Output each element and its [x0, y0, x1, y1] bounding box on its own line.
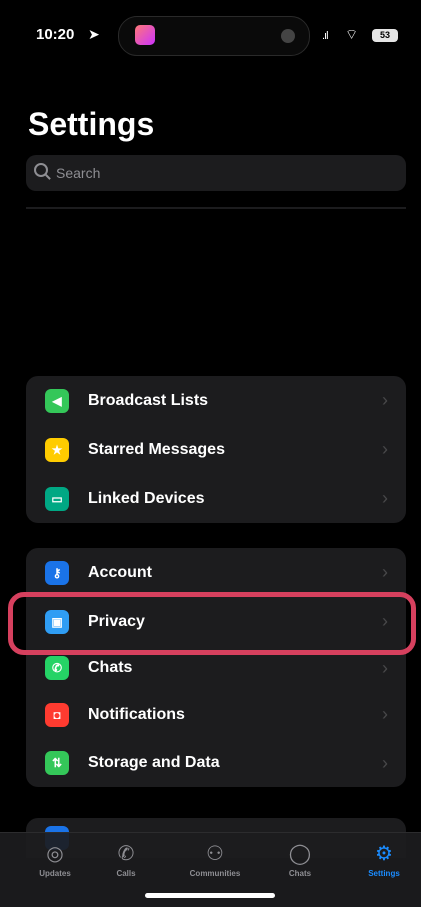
gear-icon: ⚙ — [375, 843, 393, 865]
page-title: Settings — [28, 106, 155, 142]
status-bar: 10:20 ➤ .ıl ⌔ 53 — [0, 0, 421, 80]
chevron-right-icon: › — [382, 752, 388, 773]
status-time: 10:20 — [36, 26, 75, 43]
tab-label: Updates — [39, 869, 71, 878]
row-label: Account — [88, 563, 152, 581]
settings-group-main: ⚷ Account › ▣ Privacy › ✆ Chats › ◘ Noti… — [26, 548, 406, 787]
app-thumbnail-icon — [135, 25, 155, 45]
search-placeholder: Search — [56, 165, 101, 181]
tab-label: Chats — [288, 869, 312, 878]
search-input[interactable]: Search — [26, 155, 406, 191]
tab-updates[interactable]: ◎ Updates — [20, 841, 90, 878]
dynamic-island[interactable] — [118, 16, 310, 56]
row-starred-messages[interactable]: ★ Starred Messages › — [26, 425, 406, 474]
phone-icon: ✆ — [117, 843, 135, 865]
row-label: Starred Messages — [88, 440, 225, 458]
battery-icon: 53 — [372, 29, 398, 42]
camera-dot-icon — [281, 29, 295, 43]
bell-icon: ◘ — [45, 702, 69, 727]
chevron-right-icon: › — [382, 562, 388, 582]
tab-communities[interactable]: ⚇ Communities — [180, 841, 250, 878]
tab-chats[interactable]: ◯ Chats — [265, 841, 335, 878]
divider — [26, 207, 406, 209]
wifi-icon: ⌔ — [345, 26, 359, 42]
arrows-icon: ⇅ — [45, 751, 69, 775]
chevron-right-icon: › — [382, 704, 388, 724]
megaphone-icon: ◀ — [45, 388, 69, 413]
row-label: Linked Devices — [88, 489, 205, 507]
laptop-icon: ▭ — [45, 486, 69, 511]
key-icon: ⚷ — [45, 560, 69, 585]
home-indicator[interactable] — [145, 893, 275, 898]
whatsapp-icon: ✆ — [45, 656, 69, 680]
tab-calls[interactable]: ✆ Calls — [91, 841, 161, 878]
row-label: Chats — [88, 659, 133, 676]
tab-label: Settings — [368, 869, 400, 878]
row-broadcast-lists[interactable]: ◀ Broadcast Lists › — [26, 376, 406, 425]
redacted-area — [5, 210, 421, 356]
chevron-right-icon: › — [382, 657, 388, 678]
row-storage-and-data[interactable]: ⇅ Storage and Data › — [26, 739, 406, 787]
row-account[interactable]: ⚷ Account › — [26, 548, 406, 597]
row-linked-devices[interactable]: ▭ Linked Devices › — [26, 474, 406, 523]
tab-settings[interactable]: ⚙ Settings — [349, 841, 419, 878]
star-icon: ★ — [45, 437, 69, 462]
chevron-right-icon: › — [382, 488, 388, 508]
search-icon — [34, 163, 48, 177]
settings-group-lists: ◀ Broadcast Lists › ★ Starred Messages ›… — [26, 376, 406, 523]
tab-label: Communities — [189, 869, 241, 878]
row-label: Broadcast Lists — [88, 391, 209, 409]
tab-label: Calls — [116, 869, 136, 878]
chevron-right-icon: › — [382, 390, 388, 410]
location-arrow-icon: ➤ — [88, 26, 100, 42]
row-notifications[interactable]: ◘ Notifications › — [26, 690, 406, 739]
communities-icon: ⚇ — [206, 843, 224, 865]
updates-icon: ◎ — [46, 843, 64, 865]
cellular-signal-icon: .ıl — [322, 30, 328, 42]
chevron-right-icon: › — [382, 439, 388, 459]
privacy-highlight-box — [8, 592, 416, 655]
row-label: Storage and Data — [88, 754, 220, 771]
row-label: Notifications — [88, 705, 185, 723]
chat-bubble-icon: ◯ — [288, 843, 312, 865]
